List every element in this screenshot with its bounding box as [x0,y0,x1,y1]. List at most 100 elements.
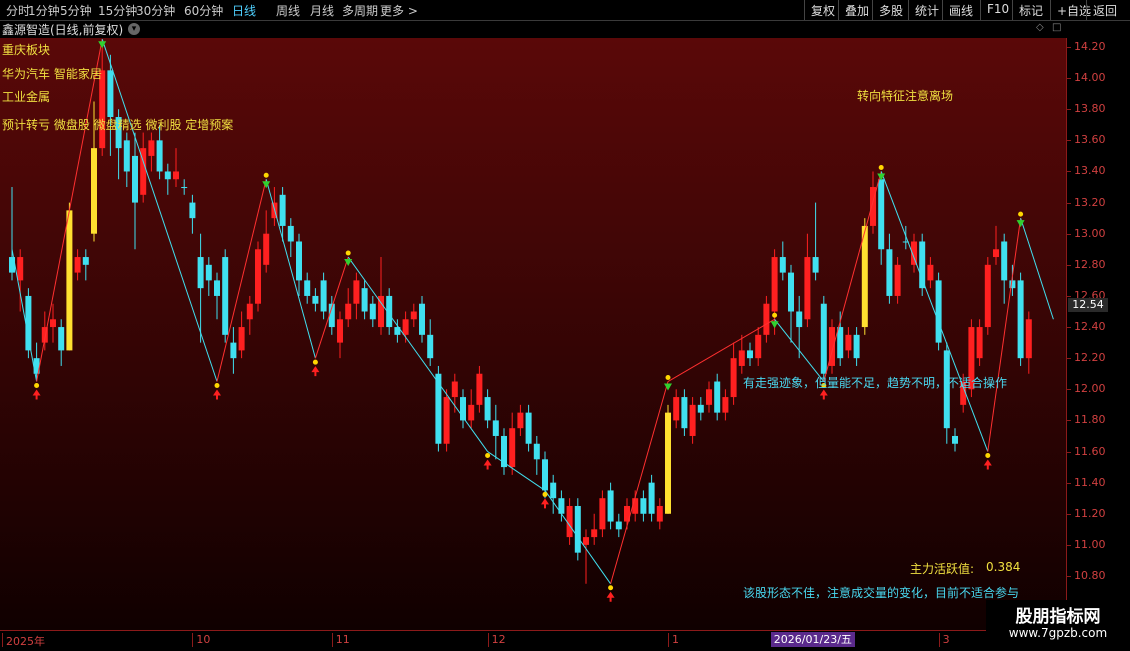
candle-body [173,171,179,180]
candle-body [148,140,155,156]
diamond-icon[interactable]: ◇ [1036,22,1044,33]
candle-body [238,327,245,351]
candle-body [17,257,24,281]
price-tick-label: 13.00 [1074,226,1106,240]
date-tick-label: 12 [487,633,506,647]
candle-body [607,490,614,522]
date-tick-label: 1 [668,633,679,647]
toolbar-button-5[interactable]: F10 [980,0,1012,20]
peak-marker [263,172,269,178]
candle-body [451,381,458,398]
toolbar-button-0[interactable]: 复权 [804,0,838,20]
zigzag-segment [823,171,882,382]
price-tick-label: 13.20 [1074,195,1106,209]
activity-label: 主力活跃值: [910,562,975,576]
period-tab-6[interactable]: 日线 [232,2,256,19]
peak-marker [665,375,671,381]
square-icon[interactable]: □ [1052,22,1061,33]
buy-arrow-icon [32,389,41,400]
peak-marker [345,250,351,256]
candle-body [648,482,655,514]
candle-body [189,202,196,219]
date-tick-label: 3 [938,633,950,647]
trough-marker [312,359,318,365]
toolbar-button-1[interactable]: 叠加 [838,0,872,20]
period-tab-9[interactable]: 多周期 [342,2,378,19]
zigzag-segment [880,171,989,452]
candle-body [566,505,573,538]
period-tab-4[interactable]: 30分钟 [136,2,175,19]
candle-body [796,311,803,328]
candle-body [640,498,647,514]
chart-title-bar: 鑫源智造(日线,前复权) ▾ ◇ □ [0,20,1066,38]
candle-body [509,428,516,468]
candle-body [927,264,934,281]
period-tab-2[interactable]: 5分钟 [60,2,92,19]
price-axis: 10.80 11.00 11.20 11.40 11.60 11.80 12.00 12.20… [1066,38,1130,630]
toolbar-button-4[interactable]: 画线 [942,0,980,20]
candle-body [50,319,56,328]
period-tab-8[interactable]: 月线 [310,2,334,19]
candle-body [369,303,376,320]
price-tick-label: 11.00 [1074,537,1106,551]
candle-body [533,443,540,460]
candle-body [181,187,188,189]
candle-body [287,225,294,242]
peak-marker [1018,211,1024,217]
price-tick-label: 10.80 [1074,569,1106,582]
trend-comment-text: 有走强迹象，但量能不足，趋势不明，不适合操作 [743,376,1008,390]
toolbar-button-8[interactable]: 返回 [1086,0,1130,20]
candle-body [484,397,491,421]
toolbar-button-6[interactable]: 标记 [1012,0,1050,20]
period-tab-1[interactable]: 1分钟 [28,2,60,19]
candle-body [320,280,327,312]
buy-arrow-icon [311,366,320,377]
candle-body [779,257,786,273]
price-tick-label: 11.60 [1074,444,1106,458]
peak-marker [878,164,884,170]
toolbar-button-2[interactable]: 多股 [872,0,908,20]
toolbar-button-3[interactable]: 统计 [908,0,942,20]
period-tab-5[interactable]: 60分钟 [184,2,223,19]
price-tick-label: 12.40 [1074,320,1106,334]
candle-body [353,280,360,304]
sell-arrow-icon [770,321,779,329]
sector-label-4: 预计转亏 微盘股 微盘精选 微利股 定增预案 [2,118,234,132]
candle-body [763,303,770,335]
period-tab-0[interactable]: 分时 [6,2,30,19]
candle-body [25,295,32,351]
trough-marker [985,453,991,459]
buy-arrow-icon [983,459,992,470]
candle-body [443,397,450,444]
chevron-down-icon[interactable]: ▾ [128,23,140,35]
candle-body [952,435,958,444]
zigzag-segment [101,39,218,382]
buy-arrow-icon [541,498,549,509]
zigzag-segment [314,256,349,359]
date-tick-label: 10 [192,633,210,647]
toolbar-button-7[interactable]: +自选 [1050,0,1091,20]
candle-body [771,257,778,312]
trough-marker [542,491,548,497]
candle-body [1009,280,1016,289]
zigzag-segment [1020,217,1054,320]
price-tick-label: 13.80 [1074,102,1106,116]
candle-body [107,70,114,118]
candle-body [837,327,844,359]
buy-arrow-icon [213,389,221,400]
period-tab-3[interactable]: 15分钟 [98,2,137,19]
price-tick-label: 11.40 [1074,475,1106,489]
candle-body [697,404,704,413]
buy-arrow-icon [483,459,492,470]
activity-value: 0.384 [986,560,1021,574]
kline-chart[interactable]: 重庆板块 华为汽车 智能家居 工业金属 预计转亏 微盘股 微盘精选 微利股 定增… [0,38,1066,630]
candle-body [419,303,425,335]
candle-body [706,389,712,405]
candle-body [492,420,499,436]
price-tick-label: 14.00 [1074,71,1106,85]
period-tab-7[interactable]: 周线 [276,2,300,19]
candle-body [91,148,97,234]
period-tab-10[interactable]: 更多 > [380,2,418,19]
sector-label-1: 重庆板块 [2,43,51,57]
candle-body [246,303,253,320]
